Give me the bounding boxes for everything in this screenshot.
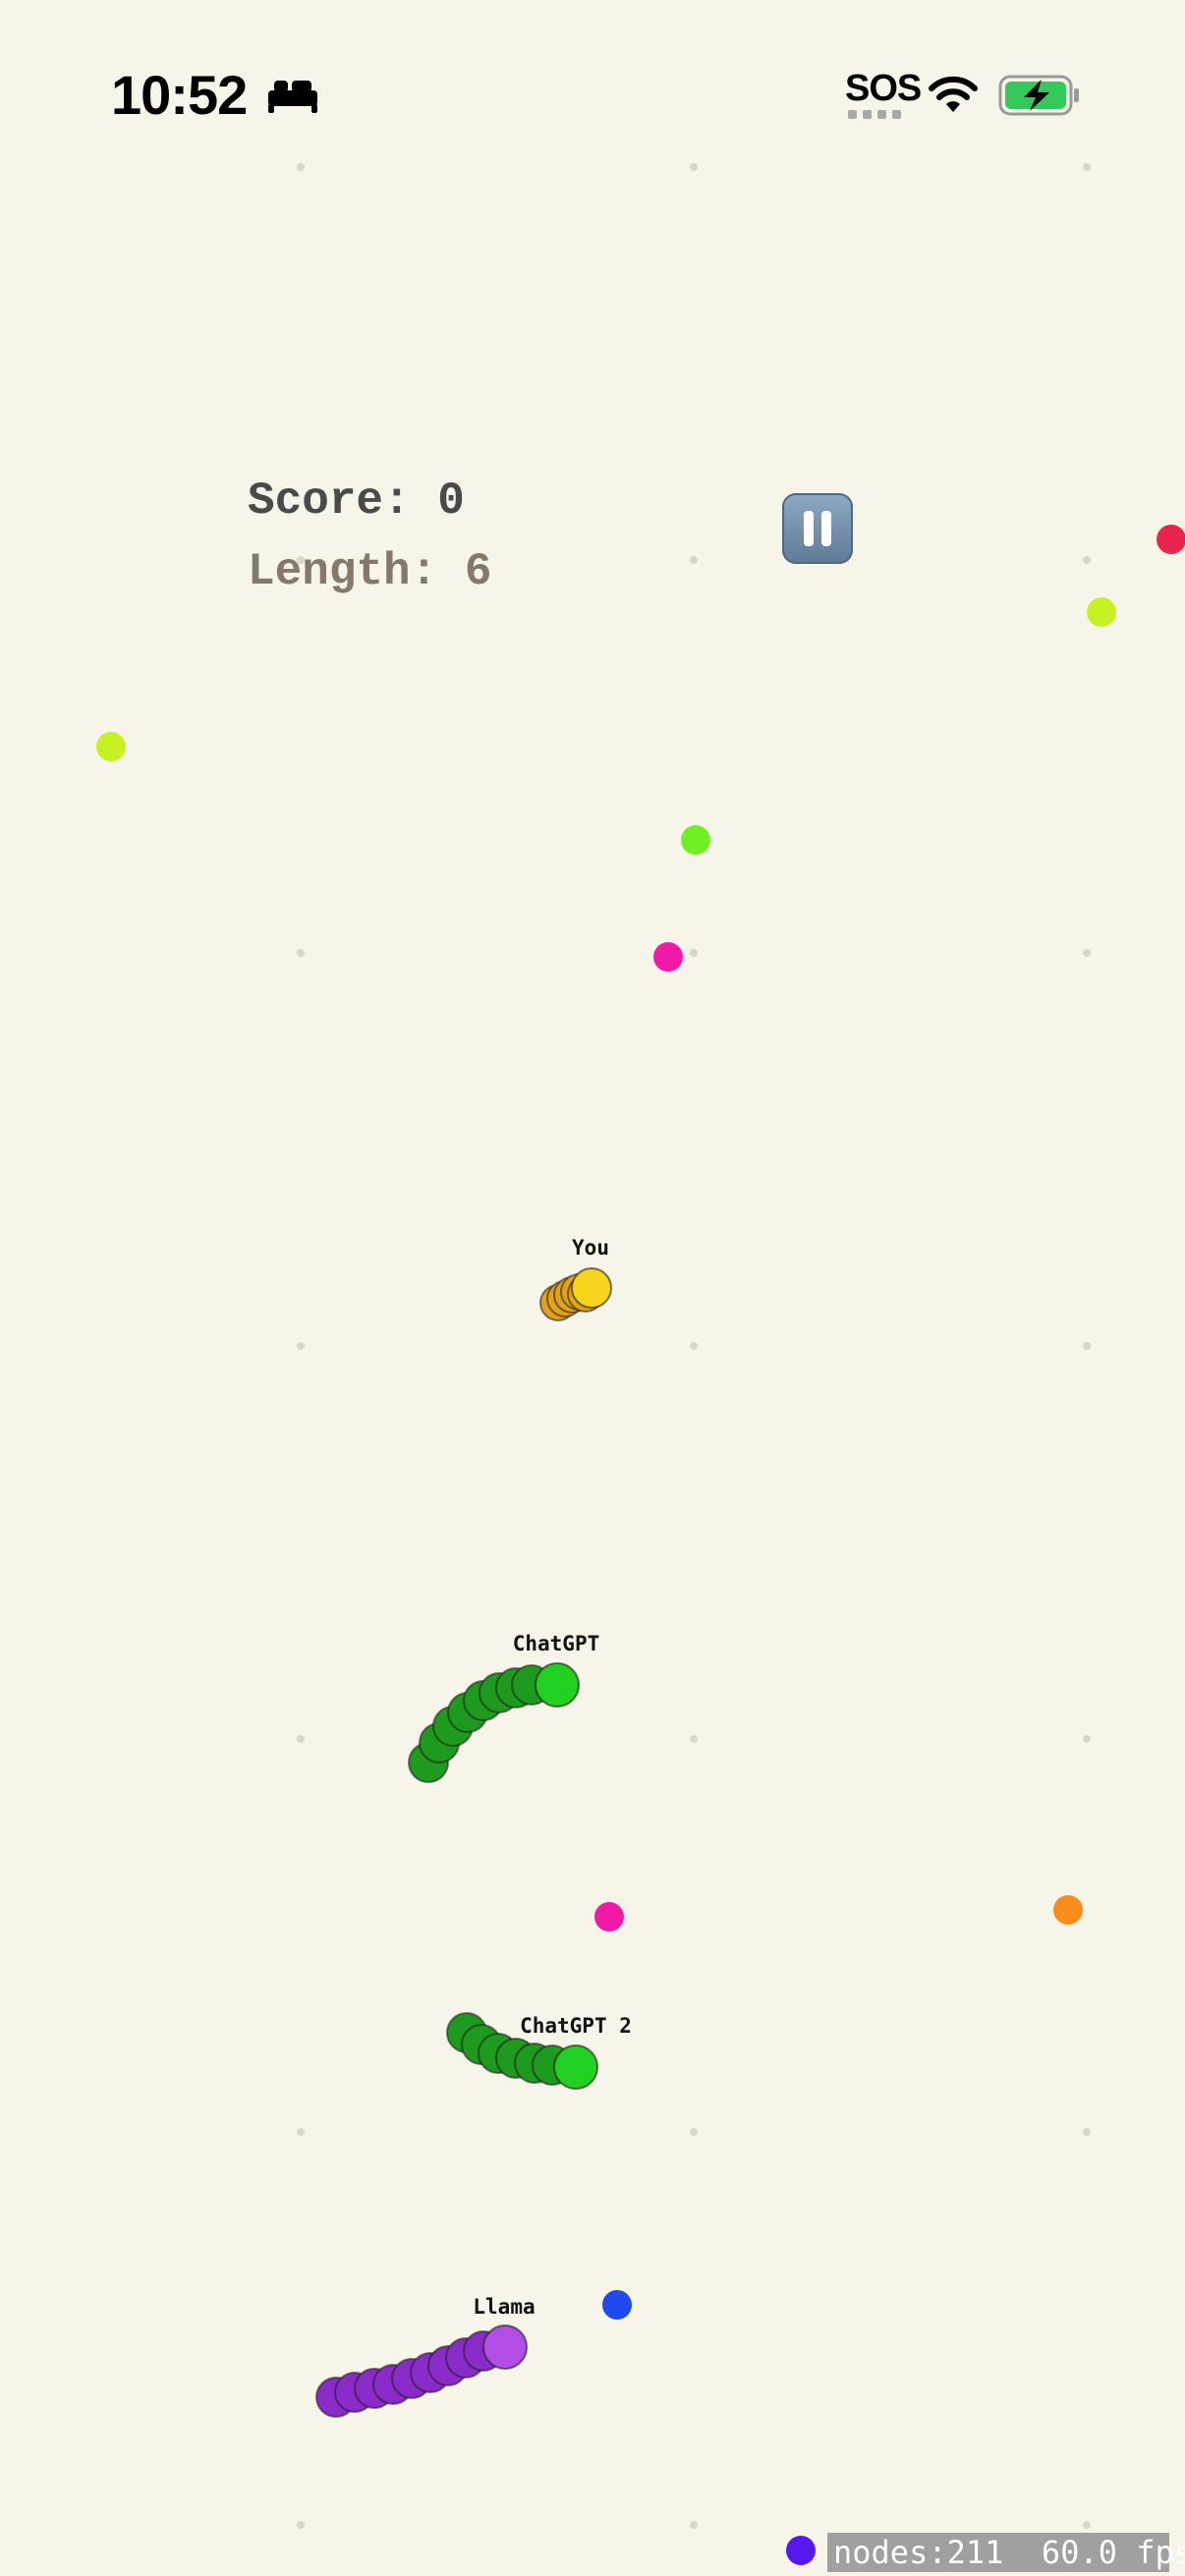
- snake-chatgpt2: ChatGPT 2: [446, 2012, 632, 2090]
- food-pellet: [653, 942, 683, 972]
- grid-dot: [297, 2521, 305, 2529]
- snake-chatgpt: ChatGPT: [408, 1632, 600, 1783]
- food-pellet: [681, 825, 710, 855]
- game-screen[interactable]: 10:52 SOS You ChatGPT ChatGPT 2 Llama Score…: [0, 0, 1185, 2576]
- food-pellet: [1087, 597, 1116, 627]
- grid-dot: [690, 1735, 698, 1743]
- snake-head: [571, 1267, 612, 1309]
- snake-name-label: You: [572, 1236, 609, 1260]
- snake-name-label: Llama: [473, 2295, 535, 2319]
- grid-dot: [297, 2128, 305, 2136]
- food-pellet: [96, 732, 126, 761]
- grid-dot: [690, 2521, 698, 2529]
- grid-dot: [1083, 556, 1091, 564]
- food-pellet: [594, 1902, 624, 1932]
- grid-dot: [690, 2128, 698, 2136]
- game-world[interactable]: You ChatGPT ChatGPT 2 Llama: [0, 0, 1185, 2576]
- food-pellet: [602, 2290, 632, 2320]
- snake-head: [535, 1662, 580, 1708]
- grid-dot: [690, 949, 698, 957]
- snake-head: [482, 2324, 528, 2370]
- grid-dot: [690, 163, 698, 171]
- snake-name-label: ChatGPT: [513, 1632, 600, 1655]
- grid-dot: [690, 556, 698, 564]
- grid-dot: [297, 1342, 305, 1350]
- grid-dot: [297, 163, 305, 171]
- food-pellet: [1157, 525, 1185, 554]
- snake-name-label: ChatGPT 2: [520, 2014, 632, 2038]
- grid-dot: [690, 1342, 698, 1350]
- food-pellets: [96, 525, 1185, 2565]
- grid-dot: [1083, 2128, 1091, 2136]
- snake-player: You: [539, 1236, 612, 1321]
- grid-dot: [1083, 163, 1091, 171]
- food-pellet: [786, 2536, 816, 2565]
- grid-dot: [1083, 2521, 1091, 2529]
- grid-dot: [1083, 1342, 1091, 1350]
- grid-dot: [297, 1735, 305, 1743]
- snakes: You ChatGPT ChatGPT 2 Llama: [315, 1236, 632, 2418]
- grid-dot: [297, 949, 305, 957]
- snake-head: [553, 2044, 598, 2090]
- pause-icon: [804, 511, 814, 546]
- length-display: Length: 6: [248, 546, 492, 597]
- grid-dot: [1083, 949, 1091, 957]
- debug-stats: nodes:211 60.0 fps: [827, 2533, 1185, 2572]
- food-pellet: [1053, 1895, 1083, 1925]
- score-display: Score: 0: [248, 476, 465, 527]
- grid-dot: [1083, 1735, 1091, 1743]
- snake-llama: Llama: [315, 2295, 536, 2418]
- pause-button[interactable]: [782, 493, 853, 564]
